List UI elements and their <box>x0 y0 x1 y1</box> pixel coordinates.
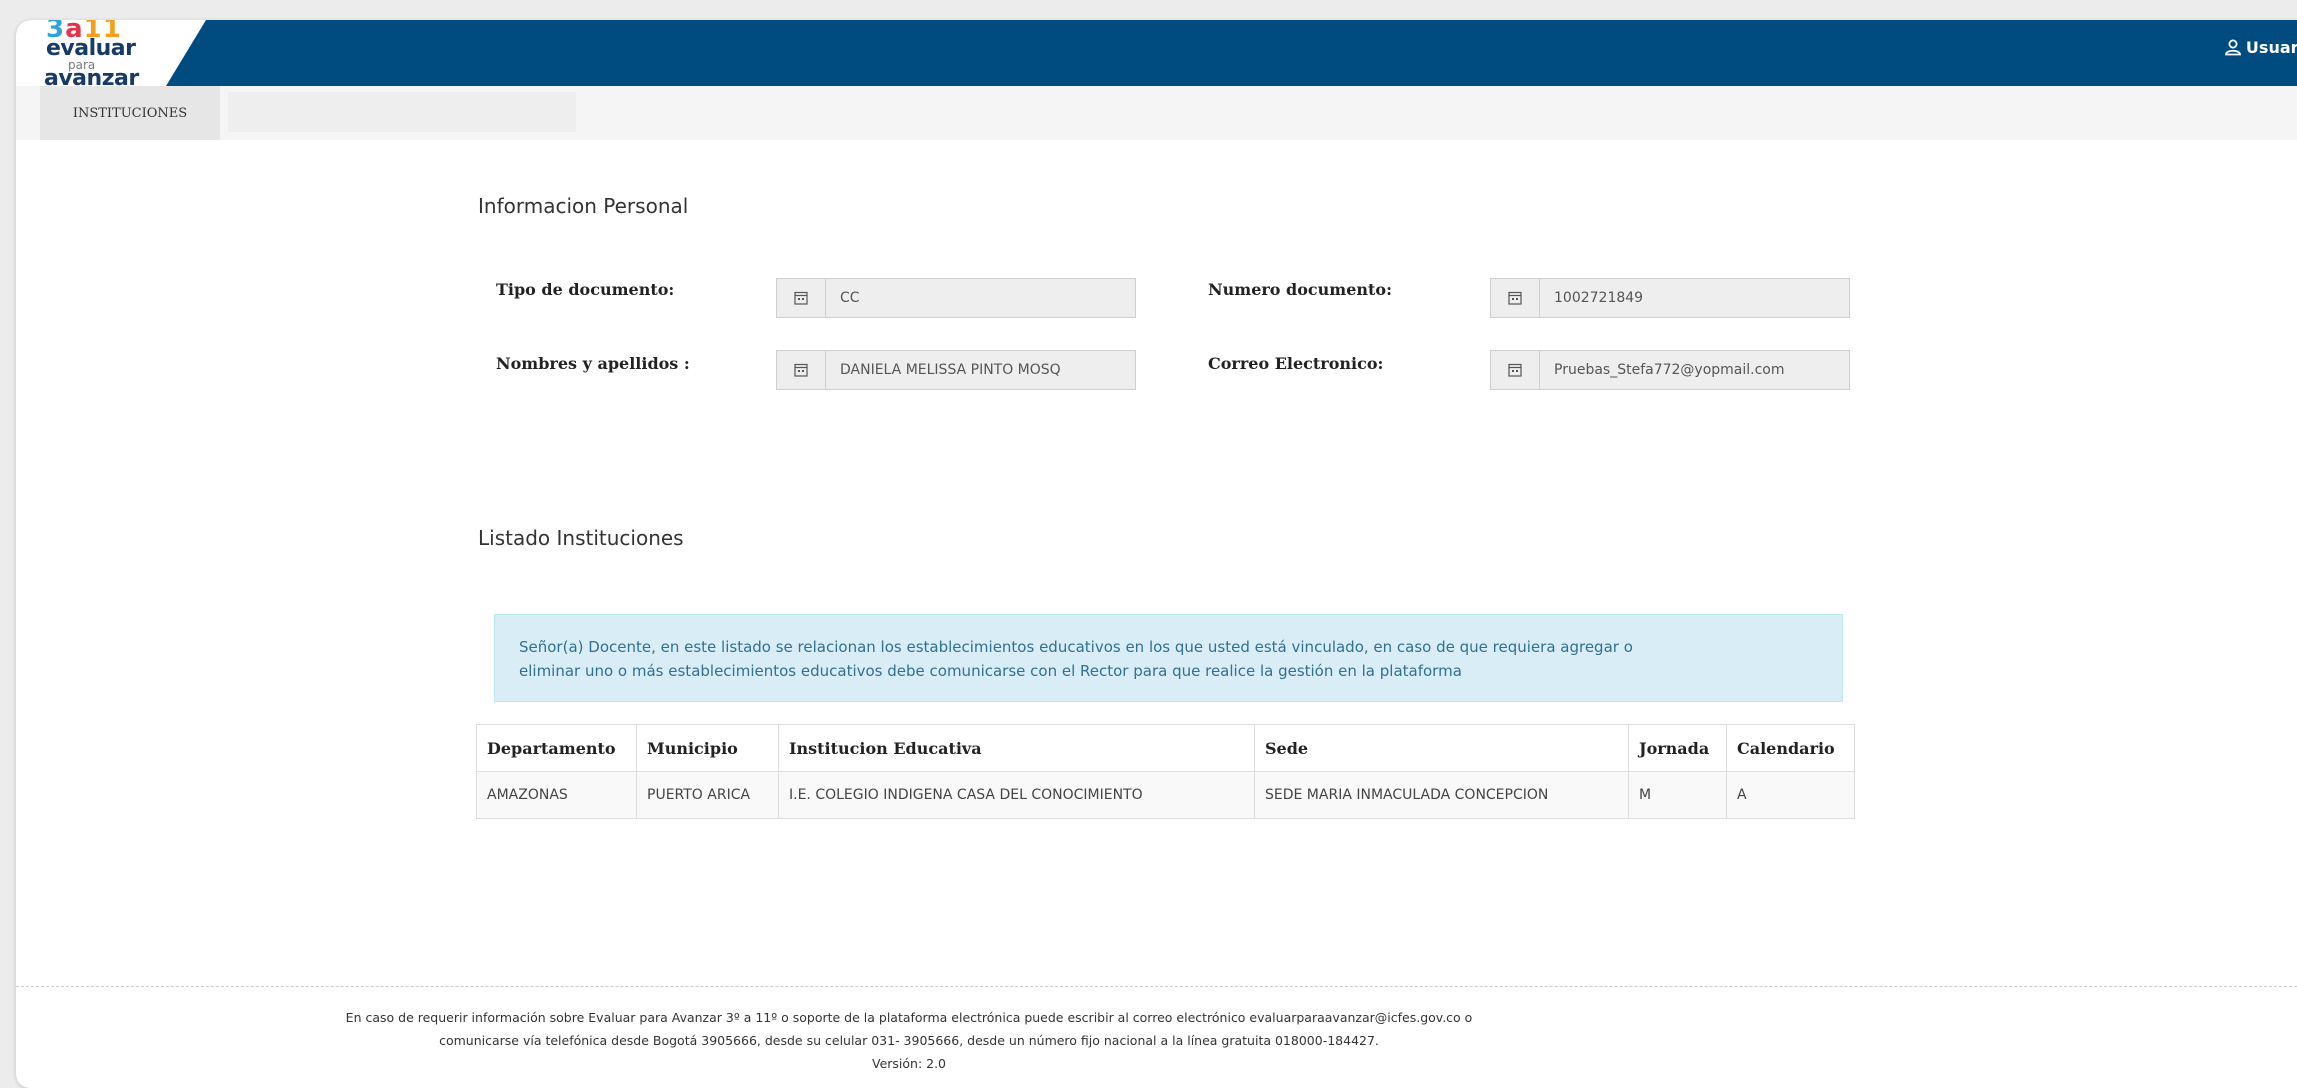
nav-bar: INSTITUCIONES <box>16 86 2297 140</box>
footer-line-1: En caso de requerir información sobre Ev… <box>345 1010 1473 1025</box>
user-icon <box>2225 39 2241 56</box>
nav-empty-slot <box>228 92 576 132</box>
tipo-documento-field[interactable]: CC <box>776 278 1136 318</box>
informacion-personal-title: Informacion Personal <box>478 194 689 218</box>
info-alert: Señor(a) Docente, en este listado se rel… <box>494 614 1843 702</box>
tab-instituciones[interactable]: INSTITUCIONES <box>40 86 220 140</box>
nombres-apellidos-label: Nombres y apellidos : <box>496 354 690 373</box>
tipo-documento-value: CC <box>840 290 860 306</box>
instituciones-table: Departamento Municipio Institucion Educa… <box>476 724 1855 819</box>
user-menu[interactable]: Usuario <box>2224 38 2297 57</box>
calendar-icon <box>1491 351 1540 389</box>
logo-panel: 3a11 evaluar para avanzar <box>16 20 206 86</box>
nombres-apellidos-value: DANIELA MELISSA PINTO MOSQ <box>840 362 1061 378</box>
column-header-jornada: Jornada <box>1628 724 1727 772</box>
numero-documento-field[interactable]: 1002721849 <box>1490 278 1850 318</box>
evaluar-para-avanzar-logo[interactable]: 3a11 evaluar para avanzar <box>44 20 184 86</box>
correo-electronico-value: Pruebas_Stefa772@yopmail.com <box>1554 362 1785 378</box>
cell-jornada: M <box>1628 771 1727 819</box>
correo-electronico-field[interactable]: Pruebas_Stefa772@yopmail.com <box>1490 350 1850 390</box>
cell-institucion: I.E. COLEGIO INDIGENA CASA DEL CONOCIMIE… <box>778 771 1255 819</box>
column-header-institucion: Institucion Educativa <box>778 724 1255 772</box>
listado-instituciones-title: Listado Instituciones <box>478 526 684 550</box>
column-header-calendario: Calendario <box>1726 724 1855 772</box>
calendar-icon <box>777 279 826 317</box>
table-header-row: Departamento Municipio Institucion Educa… <box>476 724 1855 772</box>
nombres-apellidos-field[interactable]: DANIELA MELISSA PINTO MOSQ <box>776 350 1136 390</box>
footer-line-2: comunicarse vía telefónica desde Bogotá … <box>439 1033 1379 1048</box>
calendar-icon <box>1491 279 1540 317</box>
table-row: AMAZONAS PUERTO ARICA I.E. COLEGIO INDIG… <box>476 771 1855 819</box>
info-alert-line-1: Señor(a) Docente, en este listado se rel… <box>519 638 1633 656</box>
numero-documento-value: 1002721849 <box>1554 290 1644 306</box>
cell-municipio: PUERTO ARICA <box>636 771 779 819</box>
column-header-sede: Sede <box>1254 724 1629 772</box>
numero-documento-label: Numero documento: <box>1208 280 1392 299</box>
calendar-icon <box>777 351 826 389</box>
footer: En caso de requerir información sobre Ev… <box>16 1006 1802 1075</box>
footer-version: Versión: 2.0 <box>871 1056 947 1071</box>
info-alert-line-2: eliminar uno o más establecimientos educ… <box>519 662 1462 680</box>
cell-departamento: AMAZONAS <box>476 771 637 819</box>
correo-electronico-label: Correo Electronico: <box>1208 354 1384 373</box>
top-bar: 3a11 evaluar para avanzar Usuario <box>16 20 2297 86</box>
app-window: 3a11 evaluar para avanzar Usuario INSTIT… <box>16 20 2297 1088</box>
footer-divider <box>16 986 2297 987</box>
column-header-municipio: Municipio <box>636 724 779 772</box>
cell-calendario: A <box>1726 771 1855 819</box>
column-header-departamento: Departamento <box>476 724 637 772</box>
tipo-documento-label: Tipo de documento: <box>496 280 675 299</box>
user-menu-label: Usuario <box>2245 38 2297 57</box>
cell-sede: SEDE MARIA INMACULADA CONCEPCION <box>1254 771 1629 819</box>
